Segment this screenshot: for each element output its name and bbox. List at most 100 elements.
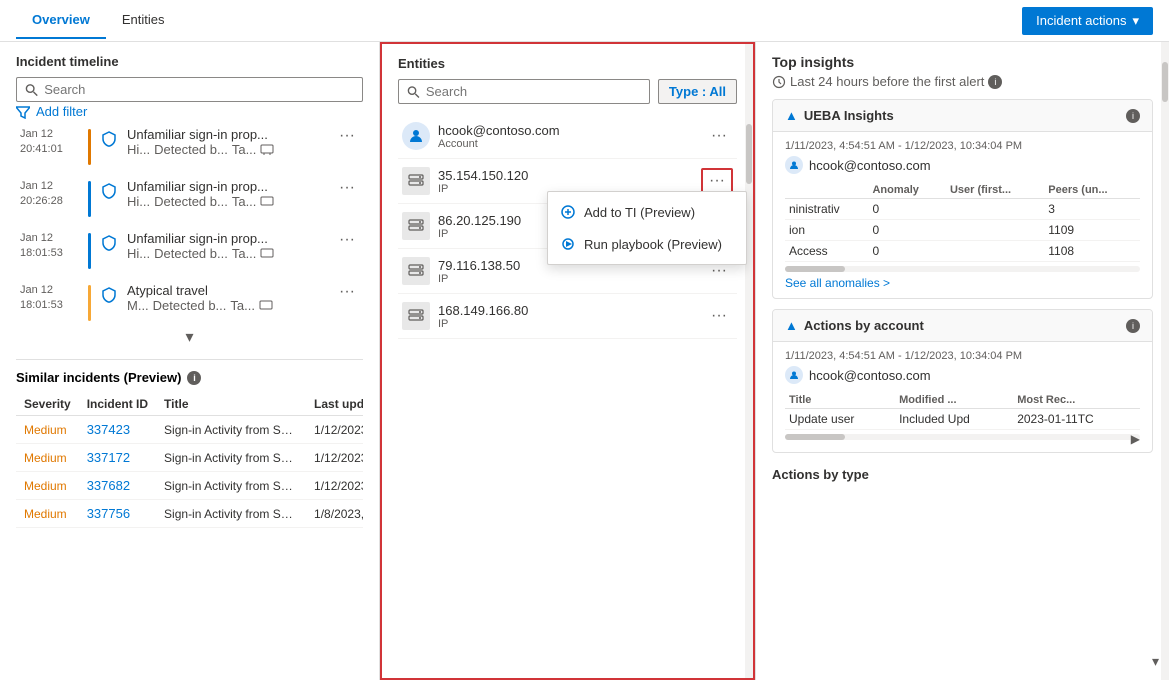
more-options-button[interactable]: ··· bbox=[335, 179, 359, 197]
table-row[interactable]: Medium 337172 Sign-in Activity from Susp… bbox=[16, 444, 363, 472]
server-icon-container bbox=[402, 167, 430, 195]
more-options-button[interactable]: ··· bbox=[335, 127, 359, 145]
similar-incidents-table-container: Severity Incident ID Title Last update t… bbox=[16, 393, 363, 528]
server-icon bbox=[408, 308, 424, 324]
col-title: Title bbox=[785, 392, 895, 409]
right-panel: Top insights Last 24 hours before the fi… bbox=[755, 42, 1169, 680]
more-options-button[interactable]: ··· bbox=[335, 283, 359, 301]
ueba-user: hcook@contoso.com bbox=[785, 156, 1140, 174]
timeline-item-title: Unfamiliar sign-in prop... bbox=[127, 179, 327, 194]
timeline-item[interactable]: Jan 1218:01:53 Unfamiliar sign-in prop..… bbox=[16, 225, 363, 275]
timeline-item-tags: Hi... Detected b... Ta... bbox=[127, 246, 327, 261]
entity-type: Account bbox=[438, 138, 697, 150]
entity-more-button[interactable]: ··· bbox=[705, 125, 733, 147]
similar-incidents-title: Similar incidents (Preview) bbox=[16, 370, 181, 385]
entities-search-box[interactable] bbox=[398, 79, 650, 104]
timeline-item[interactable]: Jan 1218:01:53 Atypical travel M... Dete… bbox=[16, 277, 363, 327]
type-filter-badge[interactable]: Type : All bbox=[658, 79, 737, 104]
table-row: ion 0 1109 bbox=[785, 220, 1140, 241]
incident-id-link[interactable]: 337423 bbox=[87, 422, 130, 437]
table-row: Access 0 1108 bbox=[785, 241, 1140, 262]
shield-icon-container bbox=[99, 129, 119, 149]
horizontal-scrollbar[interactable]: ▶ bbox=[785, 434, 1140, 440]
right-scrollbar-thumb[interactable] bbox=[1162, 62, 1168, 102]
incident-id-link[interactable]: 337172 bbox=[87, 450, 130, 465]
ueba-card-header[interactable]: ▲ UEBA Insights i bbox=[773, 100, 1152, 132]
chevron-down-icon bbox=[1132, 13, 1139, 29]
actions-table: Title Modified ... Most Rec... Update us… bbox=[785, 392, 1140, 430]
info-icon[interactable]: i bbox=[1126, 319, 1140, 333]
scroll-right-arrow[interactable]: ▶ bbox=[1131, 432, 1140, 446]
info-icon[interactable]: i bbox=[1126, 109, 1140, 123]
timeline-item-title: Unfamiliar sign-in prop... bbox=[127, 231, 327, 246]
col-anomaly: Anomaly bbox=[868, 182, 945, 199]
entity-item[interactable]: 168.149.166.80 IP ··· bbox=[398, 294, 737, 339]
add-to-ti-menu-item[interactable]: Add to TI (Preview) bbox=[548, 196, 746, 228]
incident-id-link[interactable]: 337756 bbox=[87, 506, 130, 521]
table-row[interactable]: Medium 337756 Sign-in Activity from Susp… bbox=[16, 500, 363, 528]
shield-icon bbox=[101, 235, 117, 251]
incident-actions-button[interactable]: Incident actions bbox=[1022, 7, 1153, 35]
user-icon-container bbox=[402, 122, 430, 150]
col-peers: Peers (un... bbox=[1044, 182, 1140, 199]
entities-search-input[interactable] bbox=[426, 84, 641, 99]
timeline-title: Incident timeline bbox=[16, 54, 363, 69]
entity-type: IP bbox=[438, 318, 697, 330]
entity-name: 168.149.166.80 bbox=[438, 303, 697, 318]
incident-id-link[interactable]: 337682 bbox=[87, 478, 130, 493]
entity-item[interactable]: 35.154.150.120 IP ··· Add to TI (Preview… bbox=[398, 159, 737, 204]
timeline-item-title: Atypical travel bbox=[127, 283, 327, 298]
ueba-date-range: 1/11/2023, 4:54:51 AM - 1/12/2023, 10:34… bbox=[785, 140, 1140, 152]
actions-by-type-label: Actions by type bbox=[772, 463, 1153, 486]
top-tabs: Overview Entities bbox=[16, 2, 180, 39]
entity-name: hcook@contoso.com bbox=[438, 123, 697, 138]
scrollbar-thumb[interactable] bbox=[746, 124, 752, 184]
horizontal-scrollbar[interactable] bbox=[785, 266, 1140, 272]
info-icon[interactable]: i bbox=[187, 371, 201, 385]
scroll-down-arrow[interactable]: ▾ bbox=[16, 327, 363, 347]
timeline-search-input[interactable] bbox=[44, 82, 354, 97]
see-all-anomalies-link[interactable]: See all anomalies > bbox=[785, 276, 1140, 290]
severity-indicator bbox=[88, 233, 91, 269]
ti-icon bbox=[560, 204, 576, 220]
shield-icon bbox=[101, 183, 117, 199]
table-row: Update user Included Upd 2023-01-11TC bbox=[785, 409, 1140, 430]
add-filter-button[interactable]: Add filter bbox=[16, 102, 87, 121]
run-playbook-menu-item[interactable]: Run playbook (Preview) bbox=[548, 228, 746, 260]
scrollbar-track[interactable] bbox=[745, 44, 753, 678]
table-row[interactable]: Medium 337682 Sign-in Activity from Susp… bbox=[16, 472, 363, 500]
server-icon bbox=[408, 173, 424, 189]
horizontal-scrollbar-thumb[interactable] bbox=[785, 266, 845, 272]
timeline-item[interactable]: Jan 1220:41:01 Unfamiliar sign-in prop..… bbox=[16, 121, 363, 171]
timeline-item-tags: M... Detected b... Ta... bbox=[127, 298, 327, 313]
timeline-search-box[interactable] bbox=[16, 77, 363, 102]
device-icon bbox=[260, 194, 274, 208]
right-scrollbar-track[interactable] bbox=[1161, 42, 1169, 680]
context-menu: Add to TI (Preview) Run playbook (Previe… bbox=[547, 191, 747, 265]
entity-more-button[interactable]: ··· bbox=[705, 305, 733, 327]
severity-indicator bbox=[88, 285, 91, 321]
entities-search-row: Type : All bbox=[398, 79, 737, 104]
table-row[interactable]: Medium 337423 Sign-in Activity from Susp… bbox=[16, 416, 363, 444]
user-small-icon bbox=[789, 370, 799, 380]
entity-item[interactable]: hcook@contoso.com Account ··· bbox=[398, 114, 737, 159]
info-icon[interactable]: i bbox=[988, 75, 1002, 89]
timeline-item[interactable]: Jan 1220:26:28 Unfamiliar sign-in prop..… bbox=[16, 173, 363, 223]
table-row: ninistrativ 0 3 bbox=[785, 199, 1140, 220]
entities-title: Entities bbox=[398, 56, 737, 71]
scroll-down-right-arrow[interactable]: ▾ bbox=[1152, 653, 1159, 670]
user-avatar bbox=[785, 156, 803, 174]
timeline-item-tags: Hi... Detected b... Ta... bbox=[127, 194, 327, 209]
server-icon-container bbox=[402, 257, 430, 285]
more-options-button[interactable]: ··· bbox=[335, 231, 359, 249]
server-icon bbox=[408, 218, 424, 234]
col-modified: Modified ... bbox=[895, 392, 1013, 409]
horizontal-scrollbar-thumb[interactable] bbox=[785, 434, 845, 440]
user-avatar bbox=[785, 366, 803, 384]
tab-overview[interactable]: Overview bbox=[16, 2, 106, 39]
actions-card-header[interactable]: ▲ Actions by account i bbox=[773, 310, 1152, 342]
search-icon bbox=[25, 83, 38, 97]
similar-incidents-section: Similar incidents (Preview) i Severity I… bbox=[16, 359, 363, 528]
user-icon bbox=[408, 128, 424, 144]
tab-entities[interactable]: Entities bbox=[106, 2, 181, 39]
